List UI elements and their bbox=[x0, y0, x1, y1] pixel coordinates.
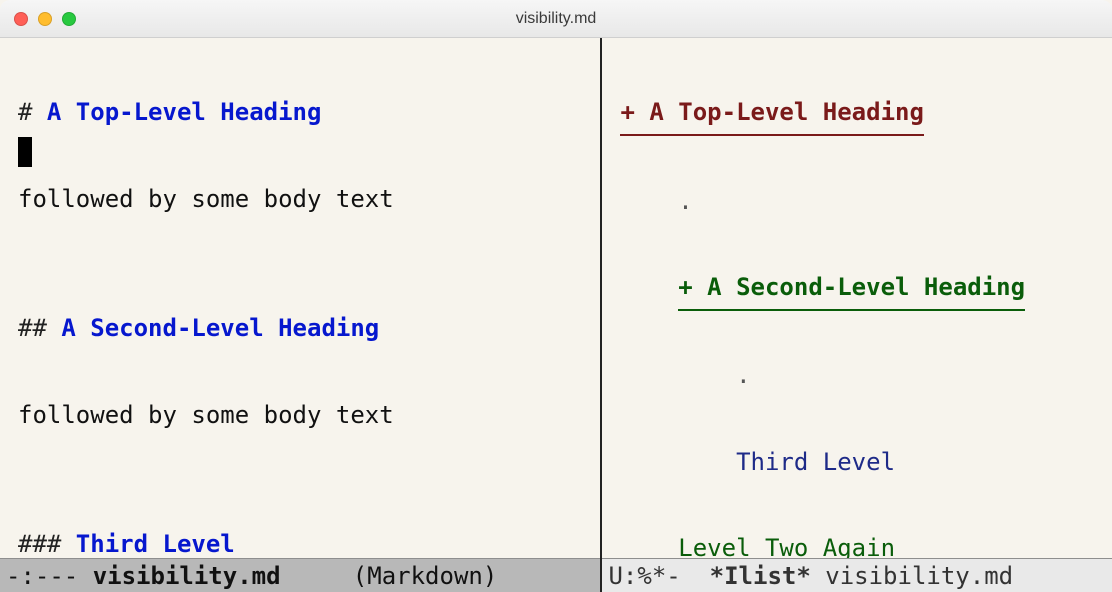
ilist-dot: . bbox=[678, 187, 692, 215]
ilist-buffer[interactable]: + A Top-Level Heading . + A Second-Level… bbox=[602, 38, 1112, 558]
window-titlebar: visibility.md bbox=[0, 0, 1112, 38]
ilist-pane: + A Top-Level Heading . + A Second-Level… bbox=[600, 38, 1112, 592]
modeline-left-mode: (Markdown) bbox=[353, 562, 498, 590]
h2-marker: ## bbox=[18, 314, 61, 342]
h1-marker: # bbox=[18, 98, 47, 126]
h3-marker: ### bbox=[18, 530, 76, 558]
modeline-left-bufname: visibility.md bbox=[93, 562, 281, 590]
markdown-pane: # A Top-Level Heading followed by some b… bbox=[0, 38, 600, 592]
ilist-item-l2[interactable]: + A Second-Level Heading bbox=[678, 266, 1025, 311]
ilist-dot: . bbox=[736, 361, 750, 389]
text-cursor bbox=[18, 137, 32, 167]
modeline-left-status: -:--- bbox=[6, 562, 93, 590]
modeline-right-tail: visibility.md bbox=[811, 562, 1013, 590]
modeline-left: -:--- visibility.md (Markdown) bbox=[0, 558, 600, 592]
modeline-right-status: U:%*- bbox=[608, 562, 709, 590]
modeline-right: U:%*- *Ilist* visibility.md bbox=[602, 558, 1112, 592]
body-text-1: followed by some body text bbox=[18, 185, 394, 213]
ilist-item-l2b[interactable]: Level Two Again bbox=[678, 534, 895, 558]
modeline-right-bufname: *Ilist* bbox=[710, 562, 811, 590]
window-title: visibility.md bbox=[0, 10, 1112, 28]
modeline-left-spacer bbox=[281, 562, 353, 590]
body-text-2: followed by some body text bbox=[18, 401, 394, 429]
editor-frame: # A Top-Level Heading followed by some b… bbox=[0, 38, 1112, 592]
ilist-item-l3[interactable]: Third Level bbox=[736, 448, 895, 476]
ilist-item-l1[interactable]: + A Top-Level Heading bbox=[620, 91, 923, 136]
markdown-buffer[interactable]: # A Top-Level Heading followed by some b… bbox=[0, 38, 600, 558]
h2-text: A Second-Level Heading bbox=[61, 314, 379, 342]
h3-text: Third Level bbox=[76, 530, 235, 558]
h1-text: A Top-Level Heading bbox=[47, 98, 322, 126]
